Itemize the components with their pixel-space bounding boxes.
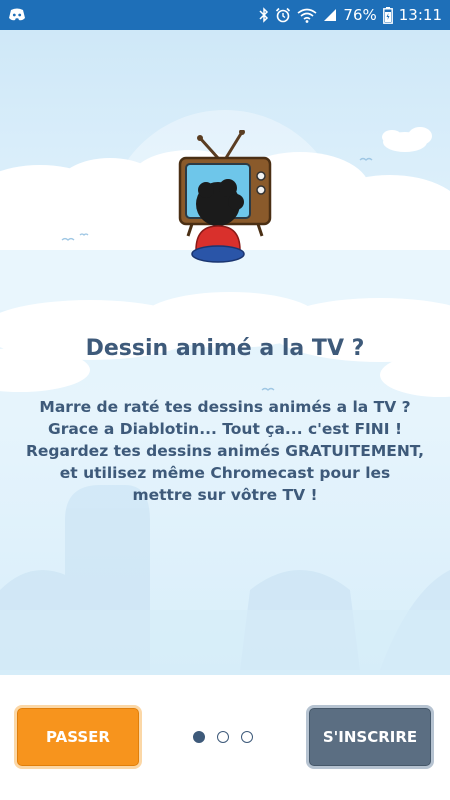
clock: 13:11 [398, 6, 442, 24]
tv-kid-illustration [178, 130, 272, 263]
description-line: Regardez tes dessins animés GRATUITEMENT… [25, 442, 425, 460]
page-dot-1[interactable] [193, 731, 205, 743]
alarm-icon [275, 7, 291, 23]
skip-button[interactable]: PASSER [14, 705, 142, 769]
bottom-action-bar: PASSER S'INSCRIRE [0, 675, 450, 800]
battery-icon [382, 6, 393, 24]
description-line: Marre de raté tes dessins animés a la TV… [39, 398, 411, 416]
description-line: mettre sur vôtre TV ! [132, 486, 318, 504]
discord-icon [8, 8, 26, 22]
register-button[interactable]: S'INSCRIRE [306, 705, 434, 769]
status-bar: 76% 13:11 [0, 0, 450, 30]
wifi-icon [297, 8, 317, 23]
page-indicator [193, 731, 253, 743]
page-dot-3[interactable] [241, 731, 253, 743]
page-dot-2[interactable] [217, 731, 229, 743]
onboarding-slide: Dessin animé a la TV ? Marre de raté tes… [0, 30, 450, 675]
bluetooth-icon [259, 7, 269, 23]
slide-title: Dessin animé a la TV ? [85, 336, 365, 361]
description-line: et utilisez même Chromecast pour les [59, 464, 391, 482]
battery-percent: 76% [343, 6, 377, 24]
description-line: Grace a Diablotin... Tout ça... c'est FI… [47, 420, 403, 438]
slide-description: Marre de raté tes dessins animés a la TV… [12, 396, 438, 506]
signal-icon [323, 8, 337, 22]
